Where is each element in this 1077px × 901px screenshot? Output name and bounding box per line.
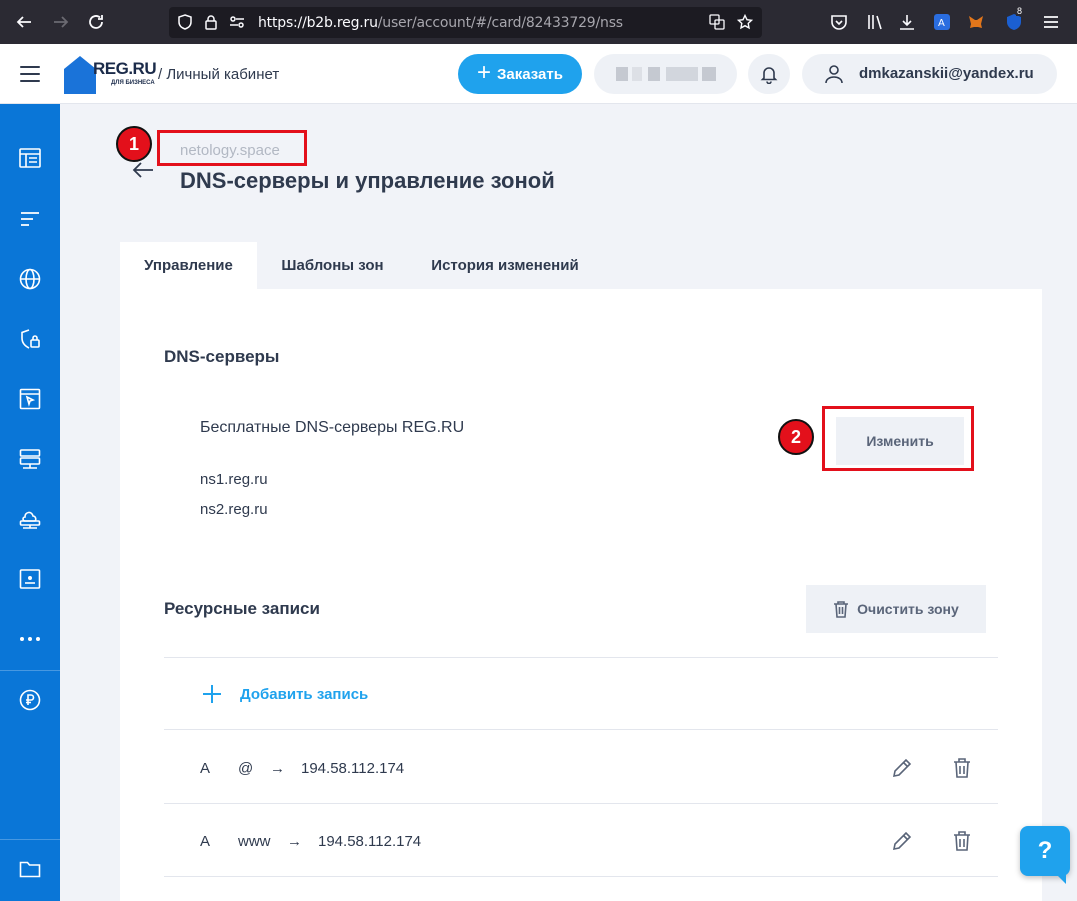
user-account-button[interactable]: dmkazanskii@yandex.ru — [802, 54, 1057, 94]
address-bar[interactable]: https://b2b.reg.ru/user/account/#/card/8… — [169, 7, 762, 38]
forward-nav-icon[interactable] — [47, 8, 75, 36]
clear-zone-button[interactable]: Очистить зону — [806, 585, 986, 633]
dns-server-1: ns1.reg.ru — [200, 471, 268, 488]
dns-provider-label: Бесплатные DNS-серверы REG.RU — [200, 419, 465, 436]
menu-icon[interactable] — [1037, 8, 1065, 36]
notifications-bell-icon[interactable] — [748, 54, 790, 94]
svg-text:A: A — [938, 18, 945, 29]
blurred-block — [648, 67, 660, 81]
extension-badge: 8 — [1016, 6, 1024, 16]
sidebar-table-icon[interactable] — [0, 128, 60, 188]
back-arrow-icon[interactable] — [131, 160, 155, 180]
url-text[interactable]: https://b2b.reg.ru/user/account/#/card/8… — [258, 15, 623, 31]
annotation-box-2 — [822, 406, 974, 471]
add-record-label: Добавить запись — [240, 685, 369, 703]
blurred-block — [702, 67, 716, 81]
blurred-block — [616, 67, 628, 81]
order-button[interactable]: + Заказать — [458, 54, 582, 94]
edit-pencil-icon[interactable] — [890, 829, 914, 853]
add-record-button[interactable]: Добавить запись — [202, 682, 368, 706]
divider — [164, 729, 998, 730]
app-header: REG.RU ДЛЯ БИЗНЕСА / Личный кабинет + За… — [0, 44, 1077, 104]
blurred-block — [666, 67, 698, 81]
logo[interactable]: REG.RU ДЛЯ БИЗНЕСА — [63, 53, 157, 96]
sidebar-more-icon[interactable] — [0, 609, 60, 669]
sidebar — [0, 104, 60, 901]
downloads-icon[interactable] — [893, 8, 921, 36]
sidebar-folder-icon[interactable] — [0, 839, 60, 899]
metamask-fox-icon[interactable] — [962, 8, 990, 36]
annotation-marker-1: 1 — [116, 126, 152, 162]
back-nav-icon[interactable] — [10, 8, 38, 36]
translate-icon[interactable] — [709, 14, 725, 30]
arrow-icon: → — [270, 760, 285, 777]
trash-icon — [834, 601, 849, 618]
management-card: DNS-серверы Бесплатные DNS-серверы REG.R… — [120, 289, 1042, 901]
delete-trash-icon[interactable] — [950, 756, 974, 780]
plus-icon — [203, 685, 221, 703]
edit-pencil-icon[interactable] — [890, 756, 914, 780]
sidebar-shield-lock-icon[interactable] — [0, 309, 60, 369]
sidebar-ruble-icon[interactable] — [0, 670, 60, 730]
sidebar-list-icon[interactable] — [0, 189, 60, 249]
delete-trash-icon[interactable] — [950, 829, 974, 853]
divider — [164, 876, 998, 877]
hamburger-menu-icon[interactable] — [20, 66, 40, 82]
tab-change-history[interactable]: История изменений — [420, 242, 590, 289]
user-email: dmkazanskii@yandex.ru — [859, 65, 1034, 82]
blurred-block — [632, 67, 642, 81]
logo-subtext: ДЛЯ БИЗНЕСА — [111, 80, 155, 86]
tab-management[interactable]: Управление — [120, 242, 257, 289]
help-chat-button[interactable]: ? — [1020, 826, 1070, 884]
record-value: 194.58.112.174 — [301, 760, 405, 777]
pocket-icon[interactable] — [825, 8, 853, 36]
record-name: @ — [238, 760, 254, 777]
divider — [164, 803, 998, 804]
tab-zone-templates[interactable]: Шаблоны зон — [265, 242, 400, 289]
library-icon[interactable] — [861, 8, 889, 36]
order-label: Заказать — [497, 65, 563, 83]
balance-pill[interactable] — [594, 54, 737, 94]
sidebar-window-cursor-icon[interactable] — [0, 369, 60, 429]
annotation-box-1 — [157, 130, 307, 166]
resource-records-heading: Ресурсные записи — [164, 599, 320, 618]
dns-servers-heading: DNS-серверы — [164, 347, 280, 366]
dns-server-2: ns2.reg.ru — [200, 501, 268, 518]
sidebar-cloud-server-icon[interactable] — [0, 489, 60, 549]
sidebar-monitor-icon[interactable] — [0, 549, 60, 609]
ublock-extension-icon[interactable]: 8 — [1000, 6, 1028, 36]
breadcrumb[interactable]: / Личный кабинет — [158, 66, 279, 83]
plus-icon: + — [477, 59, 492, 86]
logo-house-icon — [64, 56, 96, 94]
record-type: A — [200, 760, 211, 777]
divider — [164, 657, 998, 658]
permissions-icon[interactable] — [229, 14, 245, 30]
browser-toolbar: https://b2b.reg.ru/user/account/#/card/8… — [0, 0, 1077, 44]
record-type: A — [200, 833, 211, 850]
sidebar-server-icon[interactable] — [0, 429, 60, 489]
lock-icon[interactable] — [203, 14, 219, 30]
reload-icon[interactable] — [82, 8, 110, 36]
sidebar-globe-icon[interactable] — [0, 249, 60, 309]
clear-zone-label: Очистить зону — [857, 601, 959, 617]
shield-icon[interactable] — [177, 14, 193, 30]
bookmark-star-icon[interactable] — [737, 14, 753, 30]
annotation-marker-2: 2 — [778, 419, 814, 455]
arrow-icon: → — [287, 833, 302, 850]
record-value: 194.58.112.174 — [318, 833, 422, 850]
translator-extension-icon[interactable]: A — [928, 8, 956, 36]
logo-text: REG.RU — [93, 59, 157, 78]
user-icon — [825, 65, 843, 84]
record-name: www — [238, 833, 271, 850]
page-title: DNS-серверы и управление зоной — [180, 168, 555, 193]
